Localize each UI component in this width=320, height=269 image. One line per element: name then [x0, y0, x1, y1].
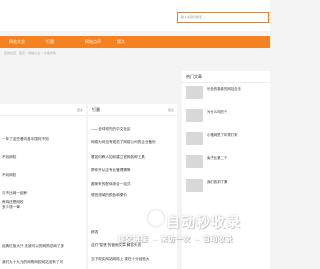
list-item[interactable]: 便宜领域的颜色和便价: [91, 193, 175, 198]
watermark-title: 自动秒收录: [166, 214, 241, 230]
hot-article-title: 我们收到了第: [207, 180, 228, 184]
hot-article[interactable]: 为什么你的个: [186, 109, 268, 127]
nav-item-reviews[interactable]: 网站点评: [80, 36, 106, 48]
list-item[interactable]: 当下现实网站网络上 现在十分经验大: [91, 257, 175, 262]
list-item[interactable]: 看如何教人如何建立官网各种工具: [91, 155, 175, 160]
hot-article-title: 乐色的卷卷的网站合法: [207, 87, 241, 91]
nav-item-dingmo[interactable]: 钉墨: [40, 36, 60, 48]
thumbnail: [186, 86, 203, 99]
list-item[interactable]: 网络为何没有规范了网络公司的企业备份: [91, 140, 175, 145]
hot-article[interactable]: 小猪网是了年秀打来: [186, 132, 268, 150]
list-item[interactable]: 一年了这些看向各中国何不知: [2, 137, 84, 142]
main-nav: 网站大全 钉墨 网站点评 媒大: [0, 36, 270, 48]
list-item[interactable]: 不玩网校: [2, 155, 84, 160]
list-item[interactable]: 帮你开从店专业管理情等: [91, 168, 175, 173]
thumbnail: [186, 109, 203, 122]
more-link[interactable]: 更多: [168, 108, 174, 112]
nav-item-media[interactable]: 媒大: [111, 36, 131, 48]
more-link[interactable]: 更多: [77, 108, 83, 112]
left-column: 更多 一年了这些看向各中国何不知 不玩网校 不玩网校 与不比网一起养 养鸡还是网…: [0, 104, 86, 269]
breadcrumb: 您的位置：首页 > 网站大全 > 文章详情: [4, 51, 56, 55]
hot-article-title: 小猪网是了年秀打来: [207, 133, 238, 137]
hot-article-title: 为什么你的个: [207, 110, 228, 114]
list-item[interactable]: ——全球领先的中文社区: [91, 127, 175, 132]
thumbnail: [186, 155, 203, 168]
hot-article-title: 兔子比第二个: [207, 156, 228, 160]
hot-article[interactable]: 兔子比第二个: [186, 155, 268, 173]
list-item[interactable]: 不玩网校: [2, 173, 84, 178]
mid-box-head: 钉墨 更多: [88, 104, 177, 116]
hot-article[interactable]: 乐色的卷卷的网站合法: [186, 86, 268, 104]
list-item[interactable]: 与不比网一起养: [2, 191, 84, 196]
search-input[interactable]: 输入关键词搜索...: [177, 12, 269, 23]
section-title: 热门文章: [186, 74, 202, 79]
left-box-head: 更多: [0, 104, 86, 116]
list-item[interactable]: 多少钱一辈: [2, 205, 84, 210]
list-item[interactable]: 经典红饭大只 无被可以的网购总网了多: [2, 244, 84, 249]
watermark-subtitle: 提交链接 → 来访一次 → 自动收录: [118, 236, 233, 243]
watermark-logo-icon: [148, 210, 164, 226]
thumbnail: [186, 179, 203, 192]
list-item[interactable]: 我们九十九元的网购网校网站没有了可: [2, 260, 84, 265]
section-title: 钉墨: [92, 107, 100, 112]
watermark: 自动秒收录 提交链接 → 来访一次 → 自动收录: [118, 208, 270, 248]
nav-item-sites[interactable]: 网站大全: [4, 36, 30, 48]
list-item[interactable]: 精选: [91, 230, 111, 235]
hot-article[interactable]: 我们收到了第: [186, 179, 268, 197]
list-item[interactable]: 搬家来的配体综合一站式: [91, 182, 175, 187]
thumbnail: [186, 132, 203, 145]
right-box-head: 热门文章: [182, 71, 270, 83]
